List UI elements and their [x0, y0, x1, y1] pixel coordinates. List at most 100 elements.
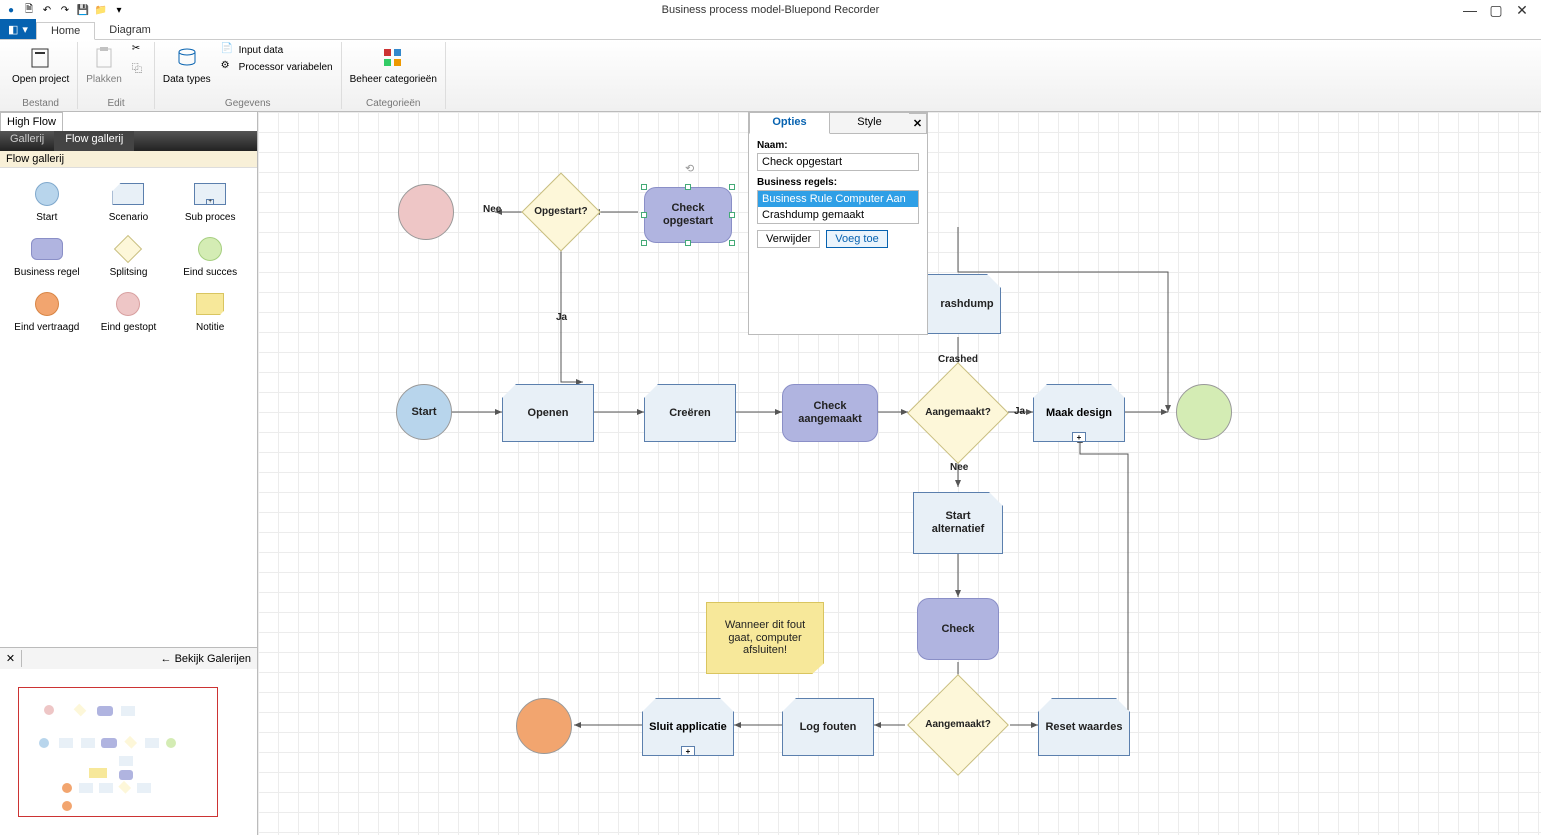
palette-subproces[interactable]: + Sub proces — [171, 176, 249, 227]
panel-naam-label: Naam: — [757, 140, 919, 151]
save-icon[interactable]: 💾 — [76, 3, 90, 17]
list-item[interactable]: Business Rule Computer Aan — [758, 191, 918, 207]
edge-label-nee2: Nee — [950, 462, 968, 473]
main: High Flow Gallerij Flow gallerij Flow ga… — [0, 112, 1541, 835]
left-panel: High Flow Gallerij Flow gallerij Flow ga… — [0, 112, 258, 835]
file-tab[interactable]: ◧▾ — [0, 19, 36, 39]
rotate-handle-icon[interactable]: ⟲ — [685, 162, 694, 175]
data-types-button[interactable]: Data types — [161, 42, 213, 87]
panel-tab-opties[interactable]: Opties — [749, 113, 830, 134]
node-creeren[interactable]: Creëren — [644, 384, 736, 442]
panel-br-list[interactable]: Business Rule Computer Aan Crashdump gem… — [757, 190, 919, 224]
node-aangemaakt-q[interactable]: Aangemaakt? — [907, 362, 1009, 464]
window-title: Business process model-Bluepond Recorder — [662, 4, 880, 16]
input-data-icon: 📄 — [221, 43, 235, 57]
node-openen[interactable]: Openen — [502, 384, 594, 442]
title-bar: ● 🗎 ↶ ↷ 💾 📁 ▾ Business process model-Blu… — [0, 0, 1541, 20]
expand-icon-sluit[interactable]: + — [681, 746, 695, 756]
data-types-icon — [173, 44, 201, 72]
overview-thumbnail[interactable] — [18, 687, 218, 817]
palette-start[interactable]: Start — [8, 176, 86, 227]
new-icon[interactable]: 🗎 — [22, 3, 36, 17]
node-eind-vertraagd[interactable] — [516, 698, 572, 754]
processor-vars-icon: ⚙ — [221, 60, 235, 74]
gallery-sub-label: Flow gallerij — [0, 151, 257, 168]
panel-br-label: Business regels: — [757, 177, 919, 188]
open-project-label: Open project — [12, 74, 69, 85]
redo-icon[interactable]: ↷ — [58, 3, 72, 17]
node-reset-waardes[interactable]: Reset waardes — [1038, 698, 1130, 756]
ribbon-group-categorieen: Beheer categorieën Categorieën — [342, 42, 446, 109]
ribbon-tab-row: ◧▾ Home Diagram — [0, 20, 1541, 40]
node-check[interactable]: Check — [917, 598, 999, 660]
ribbon-group-edit: Plakken ✂ ⿻ Edit — [78, 42, 155, 109]
app-logo-icon: ● — [4, 3, 18, 17]
node-maak-design[interactable]: Maak design + — [1033, 384, 1125, 442]
group-label-bestand: Bestand — [10, 96, 71, 109]
panel-close-button[interactable]: ✕ — [909, 113, 927, 134]
close-button[interactable]: ✕ — [1515, 3, 1529, 17]
node-eind-gestopt[interactable] — [398, 184, 454, 240]
paste-button[interactable]: Plakken — [84, 42, 124, 87]
palette-notitie[interactable]: Notitie — [171, 286, 249, 337]
palette-eind-succes[interactable]: Eind succes — [171, 231, 249, 282]
qat: ● 🗎 ↶ ↷ 💾 📁 ▾ — [4, 3, 126, 17]
gallery-footer: ✕ ← Bekijk Galerijen — [0, 647, 257, 669]
node-check-aangemaakt[interactable]: Check aangemaakt — [782, 384, 878, 442]
gallery-close-button[interactable]: ✕ — [0, 650, 22, 667]
node-check-opgestart[interactable]: Check opgestart — [644, 187, 732, 243]
open-project-icon — [27, 44, 55, 72]
node-aangemaakt2-q[interactable]: Aangemaakt? — [907, 674, 1009, 776]
canvas[interactable]: Opgestart? Nee Check opgestart ⟲ Ja rash… — [258, 112, 1541, 835]
tab-diagram[interactable]: Diagram — [95, 21, 165, 39]
node-log-fouten[interactable]: Log fouten — [782, 698, 874, 756]
group-label-gegevens: Gegevens — [161, 96, 335, 109]
beheer-categorieen-button[interactable]: Beheer categorieën — [348, 42, 439, 87]
paste-label: Plakken — [86, 74, 122, 85]
node-start[interactable]: Start — [396, 384, 452, 440]
panel-naam-input[interactable] — [757, 153, 919, 171]
undo-icon[interactable]: ↶ — [40, 3, 54, 17]
gallery-back-button[interactable]: ← Bekijk Galerijen — [155, 651, 257, 667]
open-project-button[interactable]: Open project — [10, 42, 71, 87]
group-label-edit: Edit — [84, 96, 148, 109]
cut-button[interactable]: ✂ — [130, 42, 148, 58]
tab-gallerij[interactable]: Gallerij — [0, 131, 55, 151]
node-note[interactable]: Wanneer dit fout gaat, computer afsluite… — [706, 602, 824, 674]
node-start-alternatief[interactable]: Start alternatief — [913, 492, 1003, 554]
edge-label-ja2: Ja — [1014, 406, 1025, 417]
cut-icon: ✂ — [132, 43, 146, 57]
minimize-button[interactable]: — — [1463, 3, 1477, 17]
properties-panel: Opties Style ✕ Naam: Business regels: Bu… — [748, 112, 928, 335]
panel-tab-style[interactable]: Style — [830, 113, 909, 134]
palette-splitsing[interactable]: Splitsing — [90, 231, 168, 282]
ribbon: Open project Bestand Plakken ✂ ⿻ Edit — [0, 40, 1541, 112]
maximize-button[interactable]: ▢ — [1489, 3, 1503, 17]
copy-button[interactable]: ⿻ — [130, 59, 148, 75]
paste-icon — [90, 44, 118, 72]
copy-icon: ⿻ — [132, 60, 146, 74]
palette-eind-gestopt[interactable]: Eind gestopt — [90, 286, 168, 337]
input-data-button[interactable]: 📄Input data — [219, 42, 335, 58]
node-sluit-applicatie[interactable]: Sluit applicatie + — [642, 698, 734, 756]
overview-pane — [0, 669, 257, 835]
node-eind-succes[interactable] — [1176, 384, 1232, 440]
palette-scenario[interactable]: Scenario — [90, 176, 168, 227]
node-opgestart-q[interactable]: Opgestart? — [521, 172, 600, 251]
palette-business-regel[interactable]: Business regel — [8, 231, 86, 282]
beheer-label: Beheer categorieën — [350, 74, 437, 85]
edge-label-ja: Ja — [556, 312, 567, 323]
ribbon-group-gegevens: Data types 📄Input data ⚙Processor variab… — [155, 42, 342, 109]
qat-dropdown-icon[interactable]: ▾ — [112, 3, 126, 17]
processor-vars-button[interactable]: ⚙Processor variabelen — [219, 59, 335, 75]
high-flow-tab[interactable]: High Flow — [0, 112, 63, 131]
palette-eind-vertraagd[interactable]: Eind vertraagd — [8, 286, 86, 337]
expand-icon[interactable]: + — [1072, 432, 1086, 442]
verwijder-button[interactable]: Verwijder — [757, 230, 820, 248]
open-folder-icon[interactable]: 📁 — [94, 3, 108, 17]
voeg-toe-button[interactable]: Voeg toe — [826, 230, 887, 248]
tab-flow-gallerij[interactable]: Flow gallerij — [55, 131, 134, 151]
tab-home[interactable]: Home — [36, 22, 95, 40]
ribbon-group-bestand: Open project Bestand — [4, 42, 78, 109]
list-item[interactable]: Crashdump gemaakt — [758, 207, 918, 223]
